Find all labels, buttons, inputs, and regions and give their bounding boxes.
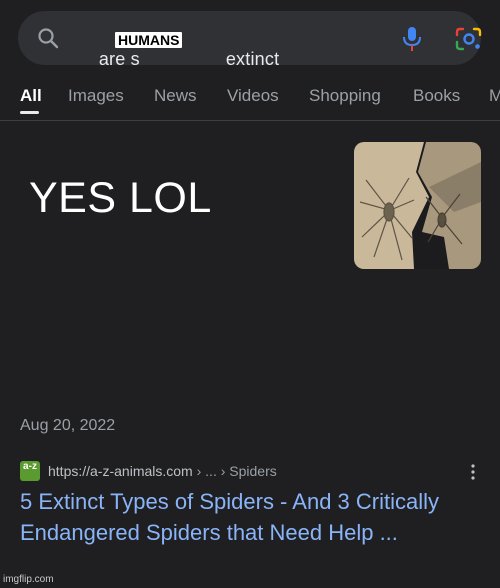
query-prefix: are s: [98, 49, 140, 69]
tab-videos[interactable]: Videos: [227, 86, 279, 106]
site-favicon: a-z: [20, 461, 40, 481]
search-bar[interactable]: are s extinct: [18, 11, 484, 69]
search-tabs: All Images News Videos Shopping Books M: [0, 86, 500, 112]
result-title-link[interactable]: 5 Extinct Types of Spiders - And 3 Criti…: [20, 486, 460, 548]
active-tab-indicator: [20, 111, 39, 114]
imgflip-watermark: imgflip.com: [3, 574, 54, 585]
more-options-icon[interactable]: [468, 462, 478, 482]
tab-shopping[interactable]: Shopping: [309, 86, 381, 106]
featured-answer: YES LOL: [29, 174, 212, 222]
tab-news[interactable]: News: [154, 86, 197, 106]
query-suffix: extinct: [225, 49, 280, 69]
humans-overlay-label: HUMANS: [115, 32, 183, 48]
google-lens-icon[interactable]: [454, 25, 484, 53]
result-url-path: › ... › Spiders: [192, 463, 277, 479]
fossil-spider-thumbnail[interactable]: [354, 142, 481, 269]
tab-maps-partial[interactable]: M: [489, 86, 500, 106]
tabs-divider: [0, 120, 500, 121]
tab-all[interactable]: All: [20, 86, 42, 106]
search-icon: [38, 28, 59, 49]
microphone-icon[interactable]: [400, 25, 424, 53]
tab-images[interactable]: Images: [68, 86, 124, 106]
tab-books[interactable]: Books: [413, 86, 460, 106]
result-date: Aug 20, 2022: [20, 417, 116, 434]
result-url[interactable]: https://a-z-animals.com › ... › Spiders: [48, 463, 277, 479]
result-url-base: https://a-z-animals.com: [48, 463, 193, 479]
